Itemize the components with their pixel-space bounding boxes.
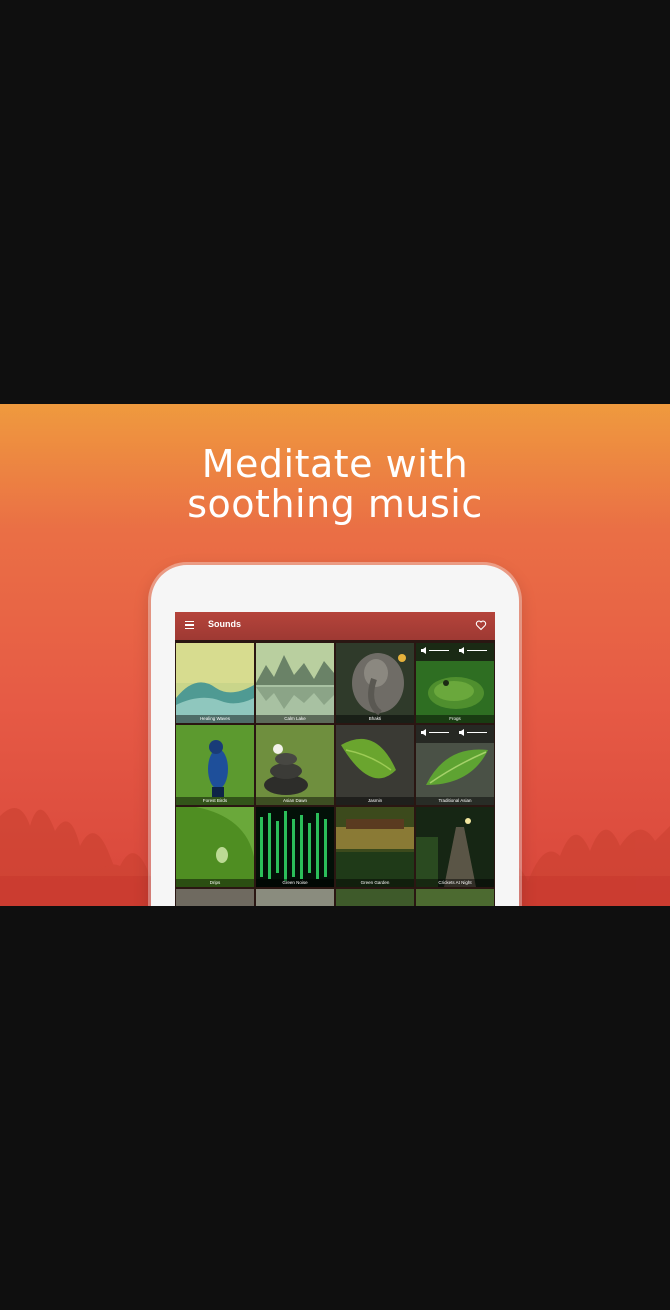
sound-tile-crickets-at-night[interactable]: Crickets At Night (416, 807, 494, 887)
tile-image (256, 889, 334, 906)
zen-stones-image (256, 725, 334, 805)
sound-tile-partial[interactable] (336, 889, 414, 906)
volume-slider-icon[interactable] (420, 728, 454, 737)
volume-slider-icon[interactable] (420, 646, 454, 655)
frog-image (416, 643, 494, 723)
app-title: Sounds (208, 619, 241, 629)
sound-tile-calm-lake[interactable]: Calm Lake (256, 643, 334, 723)
tile-label: Crickets At Night (416, 879, 494, 887)
promo-headline: Meditate with soothing music (0, 444, 670, 524)
tile-label: Drips (176, 879, 254, 887)
sound-tile-green-noise[interactable]: Green Noise (256, 807, 334, 887)
sound-tile-partial[interactable] (256, 889, 334, 906)
tile-label: Green Noise (256, 879, 334, 887)
green-bars-image (256, 807, 334, 887)
lake-image (256, 643, 334, 723)
water-drop-image (176, 807, 254, 887)
sound-tile-jasmin[interactable]: Jasmin (336, 725, 414, 805)
app-bar: Sounds (175, 612, 495, 640)
sound-tile-partial[interactable] (416, 889, 494, 906)
tile-label: Jasmin (336, 797, 414, 805)
volume-slider-icon[interactable] (458, 728, 492, 737)
night-path-image (416, 807, 494, 887)
headline-line-2: soothing music (187, 482, 483, 526)
tile-image (176, 889, 254, 906)
tile-image (336, 889, 414, 906)
tile-image (416, 889, 494, 906)
tablet-frame: Sounds Healing Waves Calm Lake Bhakti Fr… (151, 565, 519, 906)
blue-bird-image (176, 725, 254, 805)
leaf-image (416, 725, 494, 805)
tile-label: Calm Lake (256, 715, 334, 723)
leaf-on-stone-image (336, 725, 414, 805)
sound-tile-bhakti[interactable]: Bhakti (336, 643, 414, 723)
headline-line-1: Meditate with (201, 442, 469, 486)
wave-image (176, 643, 254, 723)
garden-image (336, 807, 414, 887)
tile-label: Forest Birds (176, 797, 254, 805)
sound-tile-asian-dawn[interactable]: Asian Dawn (256, 725, 334, 805)
sound-tile-partial[interactable] (176, 889, 254, 906)
sound-tile-forest-birds[interactable]: Forest Birds (176, 725, 254, 805)
heart-icon[interactable] (475, 619, 487, 631)
sound-tile-frogs[interactable]: Frogs (416, 643, 494, 723)
tile-label: Asian Dawn (256, 797, 334, 805)
hamburger-menu-icon[interactable] (185, 621, 194, 629)
tile-label: Green Garden (336, 879, 414, 887)
tile-label: Traditional Asian (416, 797, 494, 805)
tile-label: Bhakti (336, 715, 414, 723)
volume-slider-icon[interactable] (458, 646, 492, 655)
tile-label: Healing Waves (176, 715, 254, 723)
sound-tile-healing-waves[interactable]: Healing Waves (176, 643, 254, 723)
sound-tile-traditional-asian[interactable]: Traditional Asian (416, 725, 494, 805)
app-screen: Sounds Healing Waves Calm Lake Bhakti Fr… (175, 612, 495, 906)
promo-banner: Meditate with soothing music Sounds Heal… (0, 404, 670, 906)
sound-tile-drips[interactable]: Drips (176, 807, 254, 887)
sound-tile-green-garden[interactable]: Green Garden (336, 807, 414, 887)
tile-label: Frogs (416, 715, 494, 723)
ganesha-statue-image (336, 643, 414, 723)
